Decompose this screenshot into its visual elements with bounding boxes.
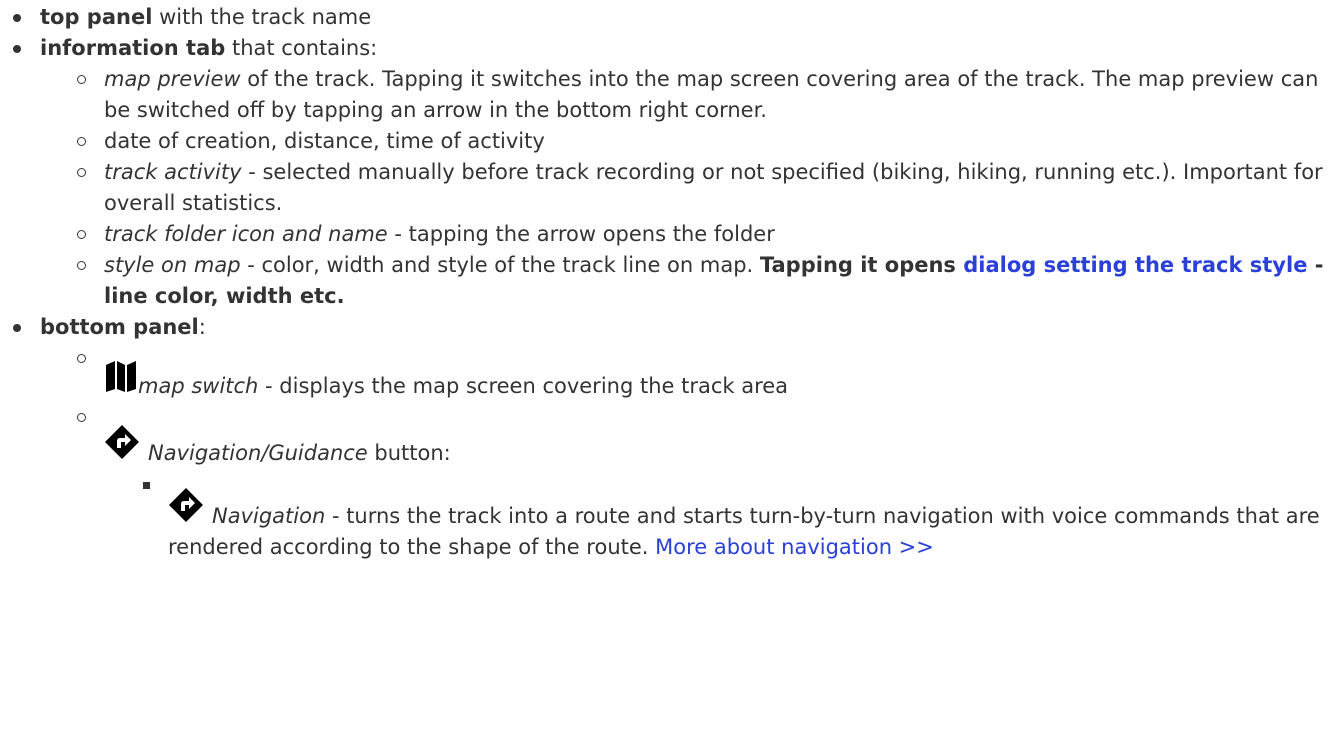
term-bottom-panel: bottom panel [40, 315, 199, 339]
document: top panel with the track name informatio… [0, 0, 1328, 754]
term-track-activity: track activity [104, 160, 242, 184]
navigation-diamond-icon [168, 487, 204, 532]
list-item-track-folder: track folder icon and name - tapping the… [0, 219, 1328, 250]
text-navigation-guidance: button: [367, 441, 451, 465]
text-map-switch: - displays the map screen covering the t… [258, 374, 789, 398]
navigation-diamond-icon [104, 424, 140, 469]
term-navigation: Navigation [212, 504, 326, 528]
text-date: date of creation, distance, time of acti… [104, 129, 545, 153]
text-map-preview: of the track. Tapping it switches into t… [104, 67, 1319, 122]
link-track-style-dialog[interactable]: dialog setting the track style [963, 253, 1307, 277]
term-track-folder: track folder icon and name [104, 222, 388, 246]
text-style-on-map: - color, width and style of the track li… [240, 253, 760, 277]
navigation-sublist: Navigation - turns the track into a rout… [0, 469, 1328, 563]
list-item-style-on-map: style on map - color, width and style of… [0, 250, 1328, 312]
main-list: top panel with the track name informatio… [0, 0, 1328, 563]
list-item-top-panel: top panel with the track name [0, 2, 1328, 33]
text-bottom-panel: : [198, 315, 206, 339]
text-track-activity: - selected manually before track recordi… [104, 160, 1323, 215]
list-item-date: date of creation, distance, time of acti… [0, 126, 1328, 157]
list-item-map-preview: map preview of the track. Tapping it swi… [0, 64, 1328, 126]
list-item-map-switch: map switch - displays the map screen cov… [0, 343, 1328, 402]
list-item-track-activity: track activity - selected manually befor… [0, 157, 1328, 219]
bottom-panel-sublist: map switch - displays the map screen cov… [0, 343, 1328, 563]
list-item-navigation: Navigation - turns the track into a rout… [0, 469, 1328, 563]
text-information-tab: that contains: [225, 36, 378, 60]
term-map-switch: map switch [138, 374, 259, 398]
map-icon [104, 359, 138, 402]
term-map-preview: map preview [104, 67, 241, 91]
list-item-navigation-guidance: Navigation/Guidance button: Navigation -… [0, 402, 1328, 563]
term-style-on-map: style on map [104, 253, 241, 277]
info-tab-sublist: map preview of the track. Tapping it swi… [0, 64, 1328, 312]
list-item-information-tab: information tab that contains: map previ… [0, 33, 1328, 312]
list-item-bottom-panel: bottom panel: map switch - displays the … [0, 312, 1328, 563]
term-top-panel: top panel [40, 5, 153, 29]
bold-tapping-opens: Tapping it opens [759, 253, 964, 277]
text-track-folder: - tapping the arrow opens the folder [387, 222, 775, 246]
link-more-about-navigation[interactable]: More about navigation >> [655, 535, 934, 559]
term-information-tab: information tab [40, 36, 226, 60]
text-top-panel: with the track name [152, 5, 372, 29]
term-navigation-guidance: Navigation/Guidance [148, 441, 368, 465]
